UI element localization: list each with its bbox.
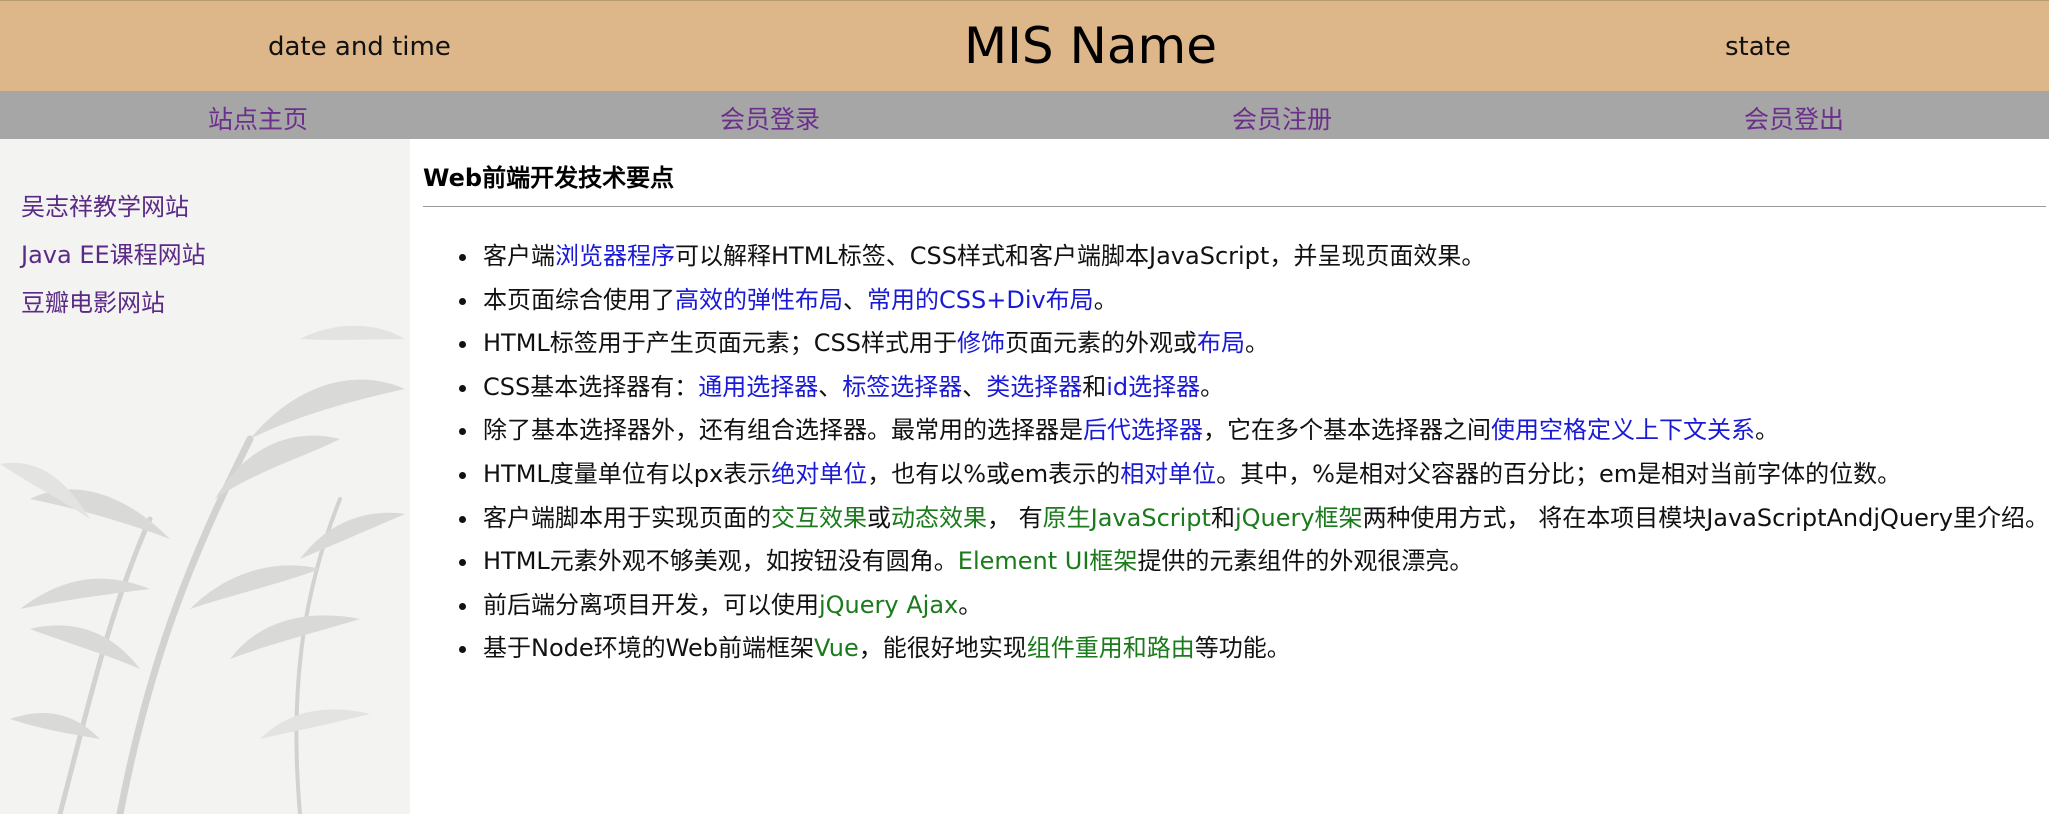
list-item-text: 可以解释HTML标签、CSS样式和客户端脚本JavaScript，并呈现页面效果… — [675, 242, 1486, 270]
nav-login-link[interactable]: 会员登录 — [720, 100, 820, 136]
list-item-text: ，它在多个基本选择器之间 — [1203, 416, 1491, 445]
list-item-text: 基于Node环境的Web前端框架 — [483, 634, 814, 663]
inline-link[interactable]: 绝对单位 — [771, 460, 867, 488]
list-item-text: 本页面综合使用了 — [483, 285, 675, 314]
list-item: 除了基本选择器外，还有组合选择器。最常用的选择器是后代选择器，它在多个基本选择器… — [446, 409, 2049, 453]
top-nav: 站点主页 会员登录 会员注册 会员登出 — [0, 91, 2049, 139]
inline-link[interactable]: 动态效果 — [891, 504, 987, 532]
list-item-text: 两种使用方式， 将在本项目模块JavaScriptAndjQuery里介绍。 — [1362, 503, 2049, 532]
list-item-text: ，能很好地实现 — [858, 634, 1027, 663]
inline-link[interactable]: Vue — [814, 634, 859, 662]
list-item: HTML标签用于产生页面元素；CSS样式用于修饰页面元素的外观或布局。 — [446, 322, 2049, 366]
list-item: 客户端浏览器程序可以解释HTML标签、CSS样式和客户端脚本JavaScript… — [446, 235, 2049, 279]
inline-link[interactable]: jQuery Ajax — [819, 591, 958, 619]
title-divider — [423, 206, 2046, 207]
list-item-text: 客户端 — [483, 242, 555, 270]
nav-logout-link[interactable]: 会员登出 — [1744, 100, 1844, 136]
inline-link[interactable]: jQuery框架 — [1235, 504, 1363, 532]
list-item-text: HTML标签用于产生页面元素；CSS样式用于 — [483, 329, 958, 358]
login-state: state — [1725, 32, 1791, 62]
sidebar: 吴志祥教学网站 Java EE课程网站 豆瓣电影网站 — [0, 139, 410, 814]
inline-link[interactable]: 常用的CSS+Div布局 — [867, 286, 1094, 314]
nav-home-link[interactable]: 站点主页 — [208, 100, 308, 136]
date-time-display: date and time — [268, 32, 451, 62]
list-item-text: 。 — [1200, 372, 1225, 401]
list-item: 本页面综合使用了高效的弹性布局、常用的CSS+Div布局。 — [446, 279, 2049, 323]
list-item-text: 提供的元素组件的外观很漂亮。 — [1137, 547, 1474, 576]
list-item-text: 、 — [818, 372, 843, 401]
list-item-text: ，也有以%或em表示的 — [867, 459, 1121, 488]
list-item-text: ， 有 — [987, 503, 1043, 532]
list-item-text: 。 — [958, 590, 983, 619]
list-item-text: 页面元素的外观或 — [1005, 329, 1198, 358]
site-title: MIS Name — [964, 17, 1218, 75]
nav-register-link[interactable]: 会员注册 — [1232, 100, 1332, 136]
main-content: Web前端开发技术要点 客户端浏览器程序可以解释HTML标签、CSS样式和客户端… — [410, 139, 2049, 814]
inline-link[interactable]: 布局 — [1197, 329, 1245, 357]
list-item-text: HTML元素外观不够美观，如按钮没有圆角。 — [483, 547, 958, 576]
list-item-text: 和 — [1082, 372, 1107, 401]
inline-link[interactable]: 交互效果 — [771, 504, 867, 532]
inline-link[interactable]: 浏览器程序 — [555, 242, 675, 270]
list-item: CSS基本选择器有：通用选择器、标签选择器、类选择器和id选择器。 — [446, 366, 2049, 410]
list-item-text: 。其中，%是相对父容器的百分比；em是相对当前字体的位数。 — [1216, 459, 1902, 488]
inline-link[interactable]: 原生JavaScript — [1043, 504, 1211, 532]
inline-link[interactable]: 相对单位 — [1120, 460, 1216, 488]
inline-link[interactable]: 类选择器 — [986, 373, 1082, 401]
inline-link[interactable]: 使用空格定义上下文关系 — [1491, 416, 1755, 444]
list-item-text: HTML度量单位有以px表示 — [483, 459, 772, 488]
list-item-text: 、 — [962, 372, 987, 401]
list-item-text: 。 — [1755, 416, 1779, 445]
inline-link[interactable]: 后代选择器 — [1083, 416, 1203, 444]
list-item-text: 或 — [867, 503, 891, 532]
inline-link[interactable]: 标签选择器 — [842, 373, 962, 401]
list-item: HTML度量单位有以px表示绝对单位，也有以%或em表示的相对单位。其中，%是相… — [446, 453, 2049, 497]
list-item-text: 、 — [843, 285, 867, 314]
inline-link[interactable]: 通用选择器 — [698, 373, 818, 401]
key-points-list: 客户端浏览器程序可以解释HTML标签、CSS样式和客户端脚本JavaScript… — [446, 235, 2049, 671]
list-item-text: 除了基本选择器外，还有组合选择器。最常用的选择器是 — [483, 416, 1083, 445]
inline-link[interactable]: 高效的弹性布局 — [675, 286, 843, 314]
list-item: 客户端脚本用于实现页面的交互效果或动态效果， 有原生JavaScript和jQu… — [446, 497, 2049, 541]
sidebar-link-wu-teaching[interactable]: 吴志祥教学网站 — [21, 187, 189, 222]
inline-link[interactable]: 修饰 — [957, 329, 1005, 357]
list-item-text: 客户端脚本用于实现页面的 — [483, 503, 771, 532]
list-item-text: 和 — [1210, 503, 1235, 532]
inline-link[interactable]: Element UI框架 — [958, 547, 1138, 575]
inline-link[interactable]: 组件重用和路由 — [1027, 634, 1195, 662]
inline-link[interactable]: id选择器 — [1106, 373, 1200, 401]
sidebar-link-douban-movie[interactable]: 豆瓣电影网站 — [21, 283, 165, 318]
section-title: Web前端开发技术要点 — [423, 164, 675, 192]
list-item-text: 前后端分离项目开发，可以使用 — [483, 590, 819, 619]
list-item: HTML元素外观不够美观，如按钮没有圆角。Element UI框架提供的元素组件… — [446, 540, 2049, 584]
list-item: 基于Node环境的Web前端框架Vue，能很好地实现组件重用和路由等功能。 — [446, 627, 2049, 671]
list-item: 前后端分离项目开发，可以使用jQuery Ajax。 — [446, 584, 2049, 628]
list-item-text: 。 — [1093, 285, 1118, 314]
list-item-text: 。 — [1245, 329, 1270, 358]
list-item-text: 等功能。 — [1194, 634, 1291, 663]
page-header: date and time MIS Name state — [0, 0, 2049, 91]
sidebar-link-javaee-course[interactable]: Java EE课程网站 — [21, 235, 206, 270]
list-item-text: CSS基本选择器有： — [483, 372, 699, 401]
